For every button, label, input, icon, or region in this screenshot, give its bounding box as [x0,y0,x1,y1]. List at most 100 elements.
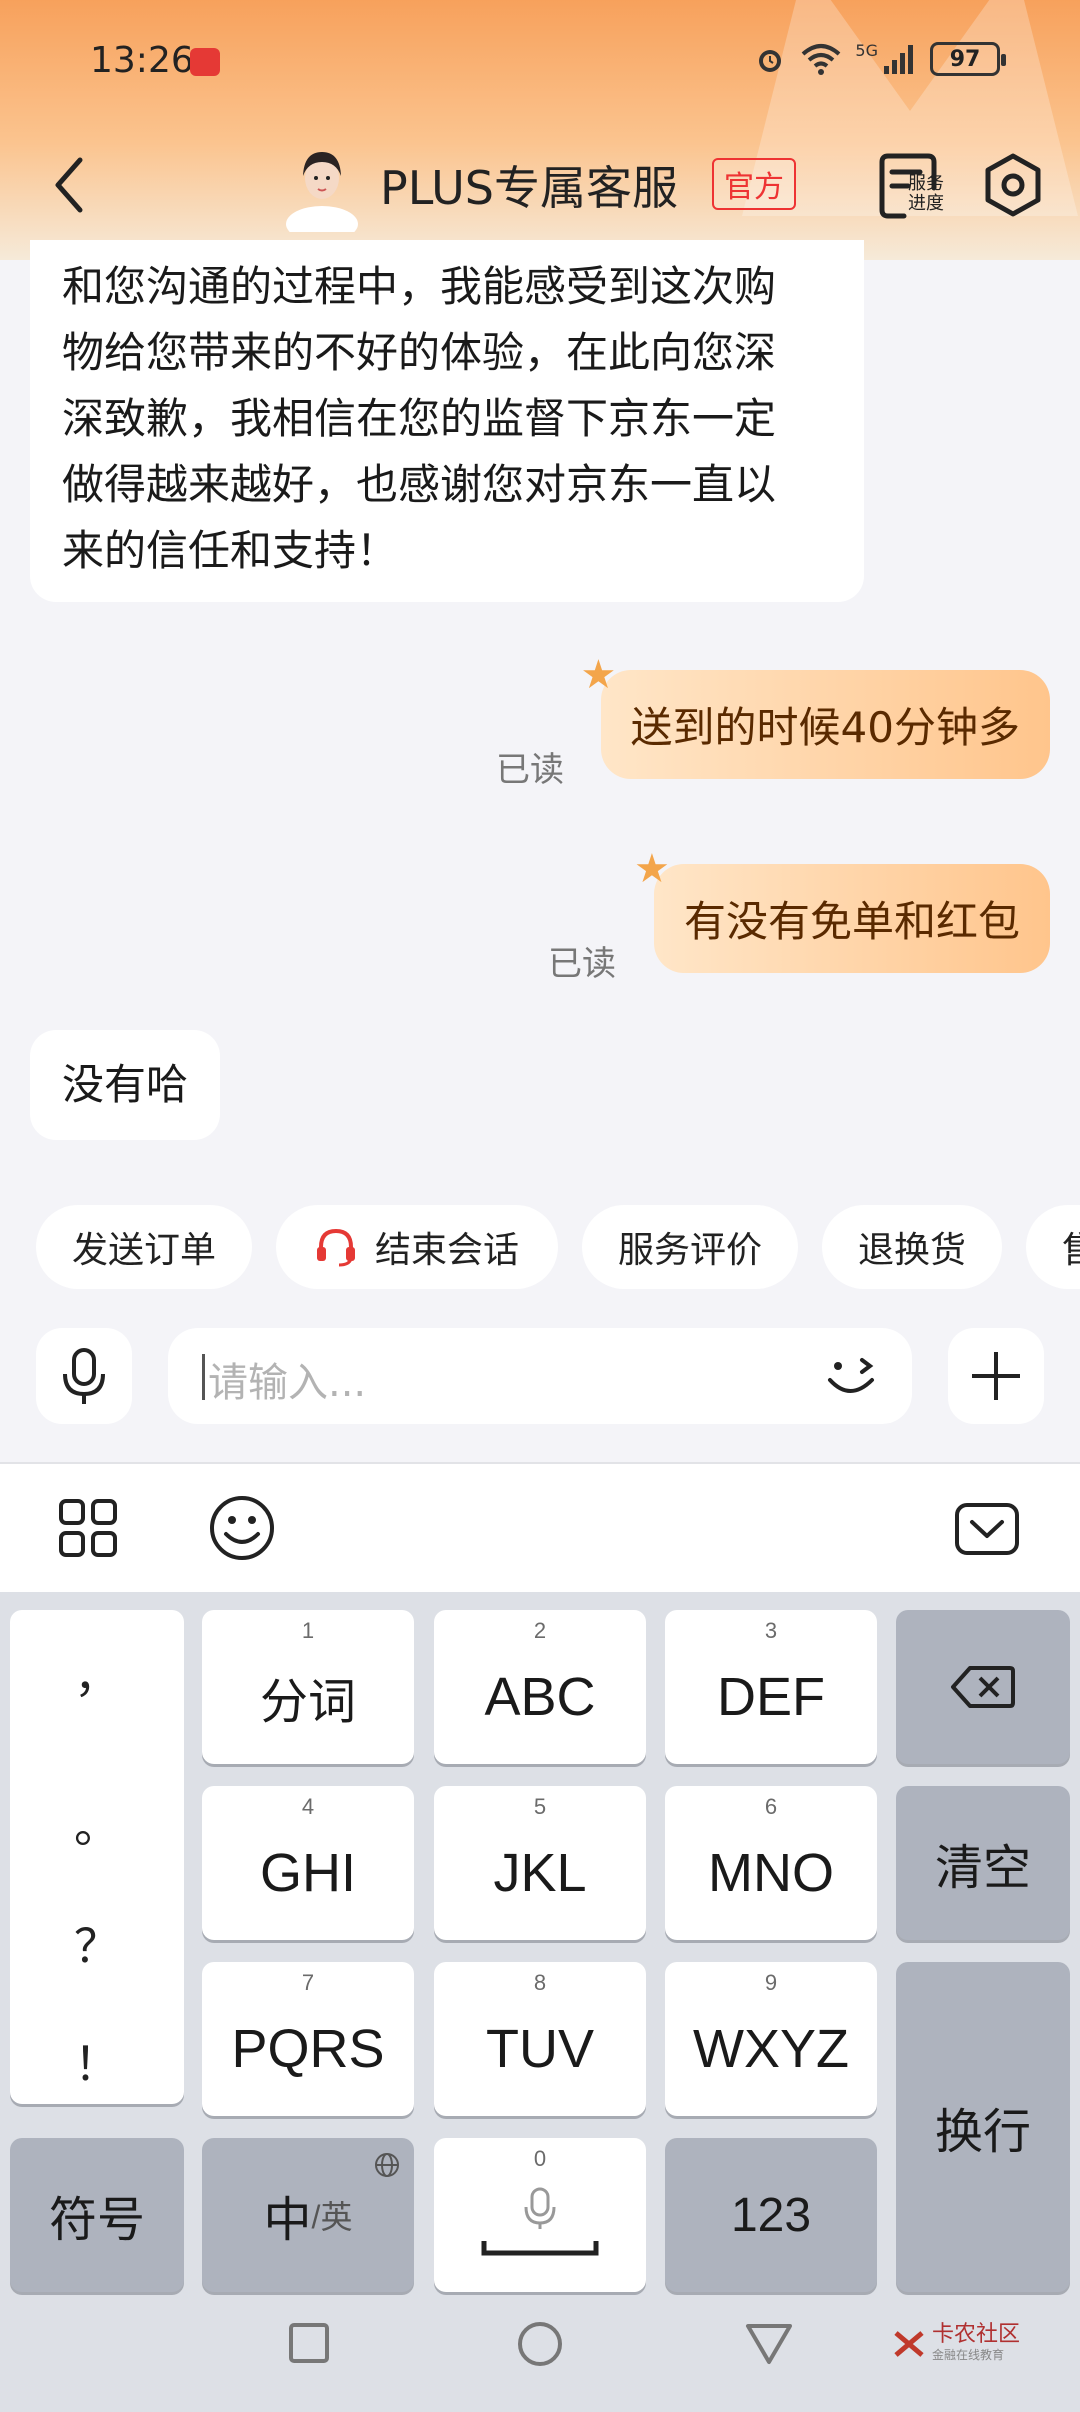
message-input[interactable]: 请输入... [168,1328,912,1424]
watermark-sub: 金融在线教育 [931,2348,1004,2362]
key-8[interactable]: 8 TUV [434,1962,646,2116]
chat-area[interactable]: 和您沟通的过程中，我能感受到这次购 物给您带来的不好的体验，在此向您深 深致歉，… [0,240,1080,1160]
after-sales-chip[interactable]: 售 [1026,1205,1080,1289]
agent-message-bubble: 和您沟通的过程中，我能感受到这次购 物给您带来的不好的体验，在此向您深 深致歉，… [30,240,864,602]
user-message-bubble[interactable]: ★ 送到的时候40分钟多 [581,652,1050,779]
text-caret [202,1354,205,1400]
punct-key[interactable]: ？ [10,1910,184,1976]
globe-icon [375,2153,399,2177]
numbers-key[interactable]: 123 [665,2138,877,2292]
recent-apps-icon[interactable] [288,2322,330,2364]
message-line: 物给您带来的不好的体验，在此向您深 [62,328,777,377]
input-row: 请输入... [0,1328,1080,1428]
key-number: 9 [764,1970,778,1995]
star-decoration-icon: ★ [633,846,670,892]
key-1[interactable]: 1 分词 [202,1610,414,1764]
nav-bar: PLUS专属客服 官方 服务进度 [0,130,1080,240]
quick-actions-bar: 发送订单 结束会话 服务评价 退换货 售 [0,1205,1080,1295]
key-6[interactable]: 6 MNO [665,1786,877,1940]
alarm-icon [759,50,782,72]
key-number: 5 [533,1794,547,1819]
message-line: 做得越来越好，也感谢您对京东一直以 [62,460,777,509]
keyboard-toolbar [0,1462,1080,1592]
star-decoration-icon: ★ [580,652,617,698]
punct-key[interactable]: ， [10,1640,184,1706]
punct-key[interactable]: 。 [10,1790,184,1856]
agent-avatar [286,152,358,232]
key-3[interactable]: 3 DEF [665,1610,877,1764]
emoji-button-icon[interactable] [822,1348,882,1404]
hide-keyboard-icon[interactable] [954,1502,1020,1556]
page-title: PLUS专属客服 [380,161,678,215]
chip-label: 服务评价 [617,1230,762,1271]
chip-label: 退换货 [857,1230,966,1271]
key-2[interactable]: 2 ABC [434,1610,646,1764]
watermark-logo-icon [894,2330,924,2357]
key-label: 123 [730,2188,812,2242]
read-status: 已读 [496,750,564,790]
clear-key[interactable]: 清空 [896,1786,1070,1940]
message-text: 没有哈 [62,1060,189,1109]
home-icon[interactable] [516,2320,564,2368]
read-status: 已读 [548,944,616,984]
headset-icon [316,1228,355,1267]
chip-label: 售 [1062,1221,1080,1273]
signal-icon [884,45,913,74]
end-session-chip[interactable]: 结束会话 [276,1205,558,1289]
smiley-icon[interactable] [208,1494,276,1562]
microphone-icon [63,1348,105,1404]
symbols-key[interactable]: 符号 [10,2138,184,2292]
key-number: 2 [533,1618,547,1643]
punctuation-column[interactable]: ， 。 ？ ！ [10,1610,184,2104]
key-label: 中 [263,2192,312,2248]
settings-icon[interactable] [980,152,1046,218]
punct-key[interactable]: ！ [10,2028,184,2094]
back-button[interactable] [40,150,100,220]
key-label: PQRS [231,2019,385,2079]
status-icons: 5G 97 [753,40,1006,76]
service-progress-label[interactable]: 服务进度 [908,174,948,214]
key-4[interactable]: 4 GHI [202,1786,414,1940]
send-order-chip[interactable]: 发送订单 [36,1205,252,1289]
notification-app-icon [190,48,220,76]
space-key[interactable]: 0 [434,2138,646,2292]
key-label: MNO [708,1843,834,1903]
key-label: 分词 [259,1674,356,1730]
key-number: 3 [764,1618,778,1643]
language-switch-key[interactable]: 中 /英 [202,2138,414,2292]
key-label: 换行 [934,2104,1031,2160]
key-label: GHI [259,1843,356,1903]
key-label: 符号 [48,2192,145,2248]
official-badge: 官方 [712,158,796,210]
message-line: 和您沟通的过程中，我能感受到这次购 [62,262,777,311]
key-number: 4 [301,1794,315,1819]
service-rating-chip[interactable]: 服务评价 [582,1205,798,1289]
key-number: 6 [764,1794,778,1819]
status-bar: 13:26 5G 97 [0,0,1080,120]
input-placeholder: 请输入... [208,1360,367,1406]
key-5[interactable]: 5 JKL [434,1786,646,1940]
key-label: 清空 [934,1840,1031,1896]
key-label: WXYZ [693,2019,849,2079]
agent-message-bubble: 没有哈 [30,1030,221,1140]
user-message-bubble[interactable]: ★ 有没有免单和红包 [634,846,1050,973]
back-nav-icon[interactable] [744,2322,794,2366]
key-9[interactable]: 9 WXYZ [665,1962,877,2116]
enter-key[interactable]: 换行 [896,1962,1070,2292]
key-7[interactable]: 7 PQRS [202,1962,414,2116]
system-nav-bar: 卡农社区 金融在线教育 [0,2270,1080,2412]
app-grid-icon[interactable] [58,1498,118,1558]
space-mic-icon [481,2187,599,2256]
key-label: TUV [486,2019,594,2079]
backspace-key[interactable] [896,1610,1070,1764]
battery-indicator: 97 [930,42,1006,76]
watermark: 卡农社区 金融在线教育 [892,2324,1020,2363]
network-type: 5G [855,40,878,60]
chat-header: 13:26 5G 97 PLUS专属客服 官方 服务进度 [0,0,1080,260]
voice-input-button[interactable] [36,1328,132,1424]
return-exchange-chip[interactable]: 退换货 [822,1205,1002,1289]
chip-label: 结束会话 [374,1230,519,1271]
key-sublabel: /英 [311,2199,353,2235]
message-text: 有没有免单和红包 [683,897,1020,946]
more-options-button[interactable] [948,1328,1044,1424]
